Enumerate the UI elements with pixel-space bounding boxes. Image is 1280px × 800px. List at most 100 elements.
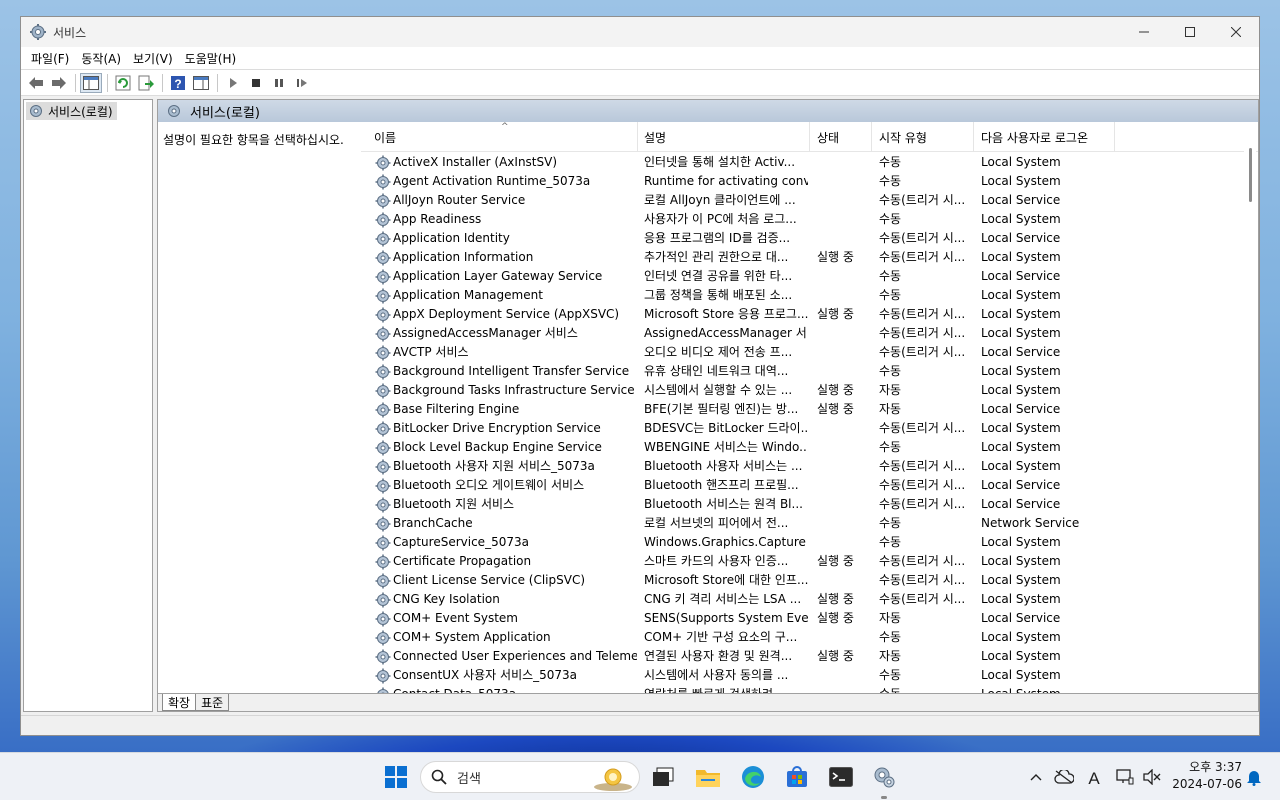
service-name: Bluetooth 지원 서비스 xyxy=(393,497,515,511)
table-row[interactable]: Application Layer Gateway Service 인터넷 연결 … xyxy=(361,267,1258,286)
table-row[interactable]: AppX Deployment Service (AppXSVC) Microso… xyxy=(361,305,1258,324)
service-name-cell: Application Layer Gateway Service xyxy=(375,267,637,286)
table-row[interactable]: Application Management 그룹 정책을 통해 배포된 소...… xyxy=(361,286,1258,305)
table-row[interactable]: Bluetooth 사용자 지원 서비스_5073a Bluetooth 사용자 … xyxy=(361,457,1258,476)
start-button[interactable] xyxy=(380,761,412,793)
service-logon-as: Local System xyxy=(981,307,1061,321)
service-logon-as: Local Service xyxy=(981,345,1061,359)
maximize-button[interactable] xyxy=(1167,17,1213,47)
services-gear-icon xyxy=(168,105,180,117)
microsoft-store-button[interactable] xyxy=(781,761,813,793)
service-startup-type: 수동(트리거 시... xyxy=(879,250,966,264)
console-tree-icon xyxy=(83,75,99,90)
table-row[interactable]: ActiveX Installer (AxInstSV) 인터넷을 통해 설치한 … xyxy=(361,153,1258,172)
minimize-button[interactable] xyxy=(1121,17,1167,47)
file-explorer-button[interactable] xyxy=(692,761,724,793)
table-row[interactable]: COM+ System Application COM+ 기반 구성 요소의 구.… xyxy=(361,628,1258,647)
service-status: 실행 중 xyxy=(817,611,854,625)
menu-view[interactable]: 보기(V) xyxy=(127,50,179,67)
table-row[interactable]: Application Identity 응용 프로그램의 ID를 검증... 수동… xyxy=(361,229,1258,248)
menu-action[interactable]: 동작(A) xyxy=(75,50,127,67)
table-row[interactable]: Connected User Experiences and Telemetry… xyxy=(361,647,1258,666)
service-name: Background Tasks Infrastructure Service xyxy=(393,383,635,397)
restart-service-button[interactable] xyxy=(291,73,313,93)
service-startup-type: 수동(트리거 시... xyxy=(879,592,966,606)
help-button[interactable]: ? xyxy=(167,73,189,93)
show-hide-tree-button[interactable] xyxy=(80,72,102,93)
back-button[interactable] xyxy=(25,73,47,93)
tab-extended[interactable]: 확장 xyxy=(162,694,197,711)
menu-file[interactable]: 파일(F) xyxy=(25,50,75,67)
column-header-description[interactable]: 설명 xyxy=(638,122,810,152)
edge-browser-button[interactable] xyxy=(737,761,769,793)
column-header-status[interactable]: 상태 xyxy=(810,122,872,152)
service-name-cell: AppX Deployment Service (AppXSVC) xyxy=(375,305,637,324)
notifications-button[interactable] xyxy=(1238,761,1270,793)
service-name: CNG Key Isolation xyxy=(393,592,500,606)
table-row[interactable]: AVCTP 서비스 오디오 비디오 제어 전송 프... 수동(트리거 시... Lo… xyxy=(361,343,1258,362)
ime-button[interactable]: A xyxy=(1078,761,1110,793)
vertical-scrollbar[interactable] xyxy=(1244,122,1256,695)
table-row[interactable]: CaptureService_5073a Windows.Graphics.Cap… xyxy=(361,533,1258,552)
start-service-button[interactable] xyxy=(222,73,244,93)
table-row[interactable]: Bluetooth 지원 서비스 Bluetooth 서비스는 원격 Bl... 수… xyxy=(361,495,1258,514)
volume-muted-icon xyxy=(1143,769,1161,785)
close-button[interactable] xyxy=(1213,17,1259,47)
export-list-button[interactable] xyxy=(135,73,157,93)
table-row[interactable]: Certificate Propagation 스마트 카드의 사용자 인증...… xyxy=(361,552,1258,571)
title-bar[interactable]: 서비스 xyxy=(21,17,1259,47)
table-row[interactable]: AllJoyn Router Service 로컬 AllJoyn 클라이언트에 … xyxy=(361,191,1258,210)
table-row[interactable]: Application Information 추가적인 관리 권한으로 대...… xyxy=(361,248,1258,267)
services-taskbar-button[interactable] xyxy=(868,761,900,799)
table-row[interactable]: Bluetooth 오디오 게이트웨이 서비스 Bluetooth 핸즈프리 프로… xyxy=(361,476,1258,495)
onedrive-button[interactable] xyxy=(1048,761,1080,793)
service-logon-as: Local System xyxy=(981,592,1061,606)
services-list: 이름 ^ 설명 상태 시작 유형 다음 사용자로 로그온 ActiveX Ins… xyxy=(361,122,1258,695)
service-startup-type: 자동 xyxy=(879,611,902,625)
taskbar-search-box[interactable]: 검색 xyxy=(420,761,640,793)
terminal-button[interactable] xyxy=(825,761,857,793)
service-gear-icon xyxy=(375,269,391,284)
table-row[interactable]: ConsentUX 사용자 서비스_5073a 시스템에서 사용자 동의를 ...… xyxy=(361,666,1258,685)
pause-service-button[interactable] xyxy=(268,73,290,93)
service-name: BitLocker Drive Encryption Service xyxy=(393,421,601,435)
service-name-cell: ActiveX Installer (AxInstSV) xyxy=(375,153,637,172)
service-status xyxy=(817,172,873,191)
table-row[interactable]: BranchCache 로컬 서브넷의 피어에서 전... 수동 Network Se… xyxy=(361,514,1258,533)
tree-item-services-local[interactable]: 서비스(로컬) xyxy=(26,102,117,120)
task-view-button[interactable] xyxy=(647,761,679,793)
table-row[interactable]: COM+ Event System SENS(Supports System Ev… xyxy=(361,609,1258,628)
table-row[interactable]: CNG Key Isolation CNG 키 격리 서비스는 LSA ... 실행… xyxy=(361,590,1258,609)
service-name-cell: Bluetooth 사용자 지원 서비스_5073a xyxy=(375,457,637,476)
show-hide-action-pane-button[interactable] xyxy=(190,73,212,93)
scrollbar-thumb[interactable] xyxy=(1249,148,1252,202)
table-row[interactable]: Client License Service (ClipSVC) Microsof… xyxy=(361,571,1258,590)
service-logon-as: Local System xyxy=(981,668,1061,682)
stop-service-button[interactable] xyxy=(245,73,267,93)
table-row[interactable]: Base Filtering Engine BFE(기본 필터링 엔진)는 방..… xyxy=(361,400,1258,419)
table-row[interactable]: App Readiness 사용자가 이 PC에 처음 로그... 수동 Local … xyxy=(361,210,1258,229)
table-row[interactable]: AssignedAccessManager 서비스 AssignedAccessM… xyxy=(361,324,1258,343)
service-gear-icon xyxy=(375,516,391,531)
forward-button[interactable] xyxy=(48,73,70,93)
volume-button[interactable] xyxy=(1136,761,1168,793)
table-row[interactable]: BitLocker Drive Encryption Service BDESVC… xyxy=(361,419,1258,438)
service-description: SENS(Supports System Eve... xyxy=(644,611,808,625)
service-logon-as: Local System xyxy=(981,174,1061,188)
service-name-cell: COM+ Event System xyxy=(375,609,637,628)
menu-help[interactable]: 도움말(H) xyxy=(179,50,243,67)
table-row[interactable]: Block Level Backup Engine Service WBENGIN… xyxy=(361,438,1258,457)
search-highlight-icon xyxy=(594,768,632,791)
table-row[interactable]: Agent Activation Runtime_5073a Runtime fo… xyxy=(361,172,1258,191)
service-status xyxy=(817,153,873,172)
service-logon-as: Local Service xyxy=(981,611,1061,625)
taskbar-clock[interactable]: 오후 3:37 2024-07-06 xyxy=(1168,759,1242,793)
column-header-logon-as[interactable]: 다음 사용자로 로그온 xyxy=(974,122,1115,152)
tree-item-label: 서비스(로컬) xyxy=(48,104,113,119)
refresh-button[interactable] xyxy=(112,73,134,93)
column-header-name[interactable]: 이름 ^ xyxy=(361,122,638,152)
table-row[interactable]: Background Intelligent Transfer Service 유… xyxy=(361,362,1258,381)
table-row[interactable]: Background Tasks Infrastructure Service 시… xyxy=(361,381,1258,400)
tab-standard[interactable]: 표준 xyxy=(195,694,230,711)
column-header-startup-type[interactable]: 시작 유형 xyxy=(872,122,974,152)
